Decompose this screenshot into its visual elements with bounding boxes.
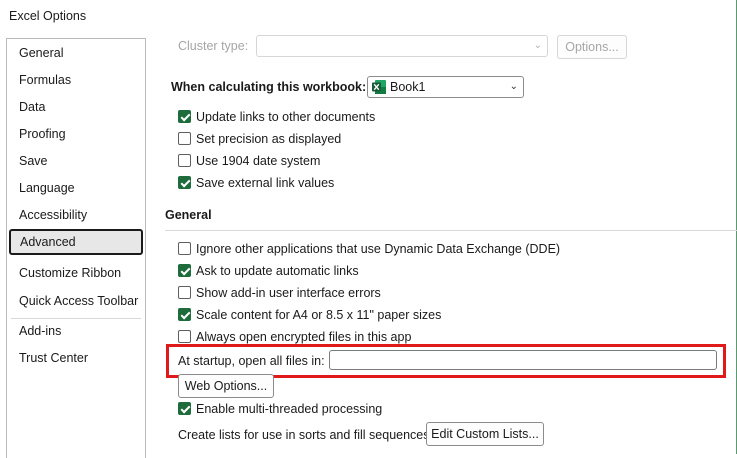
sidebar-item-label: Save (19, 154, 48, 168)
sidebar-item-accessibility[interactable]: Accessibility (9, 202, 143, 228)
open-encrypted-checkbox[interactable] (178, 330, 191, 343)
cluster-type-dropdown[interactable]: ⌄ (256, 35, 548, 57)
web-options-button[interactable]: Web Options... (178, 374, 274, 398)
ignore-dde-label: Ignore other applications that use Dynam… (196, 242, 561, 256)
excel-icon (372, 80, 386, 94)
edit-custom-lists-button[interactable]: Edit Custom Lists... (426, 422, 544, 446)
cluster-type-label: Cluster type: (178, 39, 249, 53)
update-links-checkbox[interactable] (178, 110, 191, 123)
sidebar-item-label: General (19, 46, 64, 60)
sidebar-item-general[interactable]: General (9, 40, 143, 66)
ignore-dde-checkbox[interactable] (178, 242, 191, 255)
update-links-label: Update links to other documents (196, 110, 376, 124)
sidebar-item-label: Proofing (19, 127, 66, 141)
date-1904-checkbox[interactable] (178, 154, 191, 167)
sidebar-item-label: Quick Access Toolbar (19, 294, 139, 308)
sidebar-item-language[interactable]: Language (9, 175, 143, 201)
sidebar-item-label: Add-ins (19, 324, 62, 338)
sidebar-item-label: Customize Ribbon (19, 266, 122, 280)
sidebar-item-label: Advanced (20, 235, 76, 249)
sidebar-item-label: Language (19, 181, 75, 195)
sidebar: General Formulas Data Proofing Save Lang… (6, 38, 146, 458)
multithreaded-label: Enable multi-threaded processing (196, 402, 383, 416)
section-divider (165, 230, 737, 231)
sidebar-item-save[interactable]: Save (9, 148, 143, 174)
workbook-selected: Book1 (390, 80, 426, 94)
sidebar-item-customize-ribbon[interactable]: Customize Ribbon (9, 260, 143, 286)
title-bar: Excel Options (0, 0, 737, 32)
sidebar-item-label: Data (19, 100, 46, 114)
sidebar-item-proofing[interactable]: Proofing (9, 121, 143, 147)
sidebar-item-label: Accessibility (19, 208, 88, 222)
date-1904-label: Use 1904 date system (196, 154, 321, 168)
window-title: Excel Options (9, 9, 87, 23)
ask-update-links-checkbox[interactable] (178, 264, 191, 277)
save-external-links-label: Save external link values (196, 176, 335, 190)
multithreaded-checkbox[interactable] (178, 402, 191, 415)
custom-lists-label: Create lists for use in sorts and fill s… (178, 428, 433, 442)
chevron-down-icon: ⌄ (533, 40, 542, 51)
general-heading: General (165, 208, 212, 222)
sidebar-item-data[interactable]: Data (9, 94, 143, 120)
sidebar-item-advanced[interactable]: Advanced (9, 229, 143, 255)
scale-content-label: Scale content for A4 or 8.5 x 11" paper … (196, 308, 442, 322)
workbook-dropdown[interactable]: Book1 ⌄ (367, 76, 524, 98)
workbook-calc-label: When calculating this workbook: (171, 80, 367, 94)
startup-folder-label: At startup, open all files in: (178, 354, 325, 368)
sidebar-item-label: Formulas (19, 73, 72, 87)
show-addin-errors-checkbox[interactable] (178, 286, 191, 299)
sidebar-item-trust-center[interactable]: Trust Center (9, 345, 143, 371)
set-precision-label: Set precision as displayed (196, 132, 342, 146)
ask-update-links-label: Ask to update automatic links (196, 264, 359, 278)
scale-content-checkbox[interactable] (178, 308, 191, 321)
set-precision-checkbox[interactable] (178, 132, 191, 145)
sidebar-item-label: Trust Center (19, 351, 89, 365)
sidebar-item-formulas[interactable]: Formulas (9, 67, 143, 93)
options-button[interactable]: Options... (557, 35, 627, 59)
open-encrypted-label: Always open encrypted files in this app (196, 330, 412, 344)
chevron-down-icon: ⌄ (509, 81, 518, 92)
sidebar-item-quick-access-toolbar[interactable]: Quick Access Toolbar (9, 288, 143, 314)
startup-folder-input[interactable] (329, 350, 717, 370)
sidebar-item-add-ins[interactable]: Add-ins (9, 318, 143, 344)
show-addin-errors-label: Show add-in user interface errors (196, 286, 381, 300)
save-external-links-checkbox[interactable] (178, 176, 191, 189)
